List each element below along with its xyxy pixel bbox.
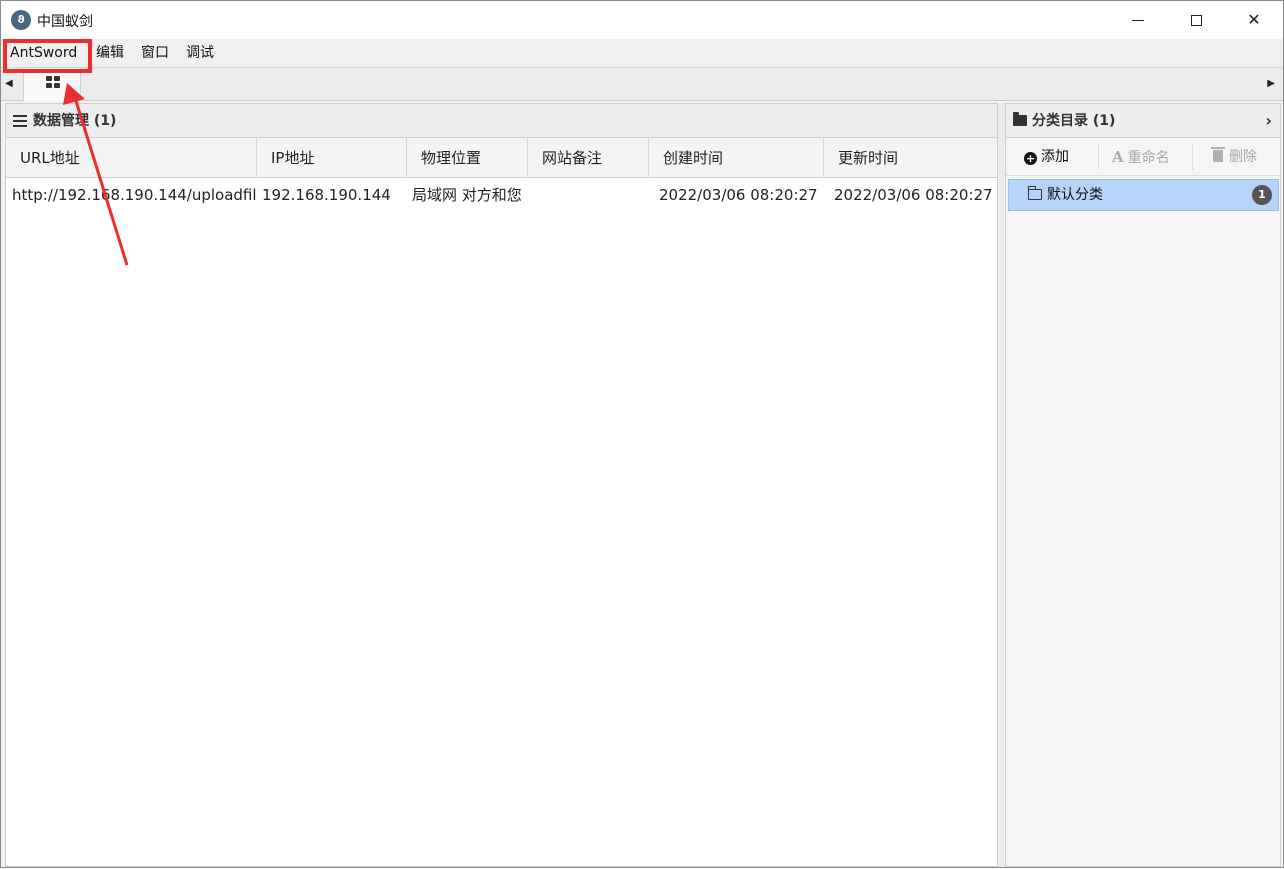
add-category-button[interactable]: + 添加	[1024, 146, 1069, 168]
maximize-button[interactable]	[1167, 1, 1225, 39]
minimize-icon	[1132, 20, 1144, 21]
table-row[interactable]: http://192.168.190.144/uploadfile 192.16…	[6, 179, 997, 211]
rename-label: 重命名	[1127, 150, 1170, 166]
annotation-highlight-box	[3, 39, 92, 73]
toolbar-divider	[1192, 144, 1193, 170]
rename-category-button[interactable]: A 重命名	[1112, 146, 1170, 168]
tab-strip: ◀ ▶	[1, 67, 1283, 101]
add-label: 添加	[1041, 149, 1069, 165]
category-label: 默认分类	[1047, 187, 1103, 203]
antsword-window: ϑ 中国蚁剑 ✕ AntSword 编辑 窗口 调试 ◀ ▶ 数据管理 (1)	[0, 0, 1284, 868]
delete-label: 删除	[1229, 149, 1257, 165]
tab-scroll-left-icon[interactable]: ◀	[5, 78, 13, 89]
data-management-panel: 数据管理 (1) URL地址 IP地址 物理位置 网站备注 创建时间 更新时间 …	[5, 103, 998, 867]
data-panel-title: 数据管理 (1)	[33, 113, 117, 129]
menu-debug[interactable]: 调试	[183, 43, 217, 63]
category-toolbar: + 添加 A 重命名 删除	[1006, 138, 1280, 176]
chevron-right-icon[interactable]: ›	[1265, 104, 1272, 138]
panel-splitter[interactable]	[998, 103, 1005, 867]
column-location[interactable]: 物理位置	[407, 138, 528, 178]
maximize-icon	[1190, 15, 1202, 26]
cell-updated: 2022/03/06 08:20:27	[834, 186, 993, 204]
delete-category-button[interactable]: 删除	[1211, 146, 1257, 168]
category-count-badge: 1	[1252, 185, 1272, 205]
cell-url: http://192.168.190.144/uploadfile	[12, 186, 257, 204]
close-button[interactable]: ✕	[1225, 1, 1283, 39]
cell-note	[533, 179, 649, 211]
close-icon: ✕	[1247, 10, 1261, 29]
plus-circle-icon: +	[1024, 152, 1037, 165]
trash-icon	[1211, 147, 1225, 162]
category-panel-title: 分类目录 (1)	[1032, 113, 1116, 129]
category-item-default[interactable]: 默认分类 1	[1008, 179, 1279, 211]
table-header: URL地址 IP地址 物理位置 网站备注 创建时间 更新时间	[6, 138, 997, 178]
cell-ip: 192.168.190.144	[262, 186, 391, 204]
data-panel-header: 数据管理 (1)	[6, 104, 997, 138]
column-ip[interactable]: IP地址	[257, 138, 407, 178]
window-title: 中国蚁剑	[37, 14, 93, 30]
category-panel-header: 分类目录 (1) ›	[1006, 104, 1280, 138]
menu-edit[interactable]: 编辑	[93, 43, 127, 63]
toolbar-divider	[1098, 144, 1099, 170]
menu-bar: AntSword 编辑 窗口 调试	[1, 39, 1283, 67]
cell-created: 2022/03/06 08:20:27	[659, 186, 818, 204]
menu-window[interactable]: 窗口	[138, 43, 172, 63]
column-note[interactable]: 网站备注	[528, 138, 649, 178]
folder-icon	[1013, 112, 1027, 126]
cell-location: 局域网 对方和您	[412, 186, 522, 204]
folder-outline-icon	[1027, 186, 1042, 200]
column-url[interactable]: URL地址	[6, 138, 257, 178]
list-icon	[13, 115, 27, 127]
grid-icon	[46, 76, 60, 88]
column-updated[interactable]: 更新时间	[824, 138, 999, 178]
title-bar: ϑ 中国蚁剑 ✕	[1, 1, 1283, 39]
font-icon: A	[1112, 148, 1124, 166]
category-panel: 分类目录 (1) › + 添加 A 重命名 删除 默认分类 1	[1005, 103, 1281, 867]
tab-scroll-right-icon[interactable]: ▶	[1267, 78, 1275, 89]
minimize-button[interactable]	[1109, 1, 1167, 39]
column-created[interactable]: 创建时间	[649, 138, 824, 178]
antsword-logo-icon: ϑ	[11, 10, 31, 30]
